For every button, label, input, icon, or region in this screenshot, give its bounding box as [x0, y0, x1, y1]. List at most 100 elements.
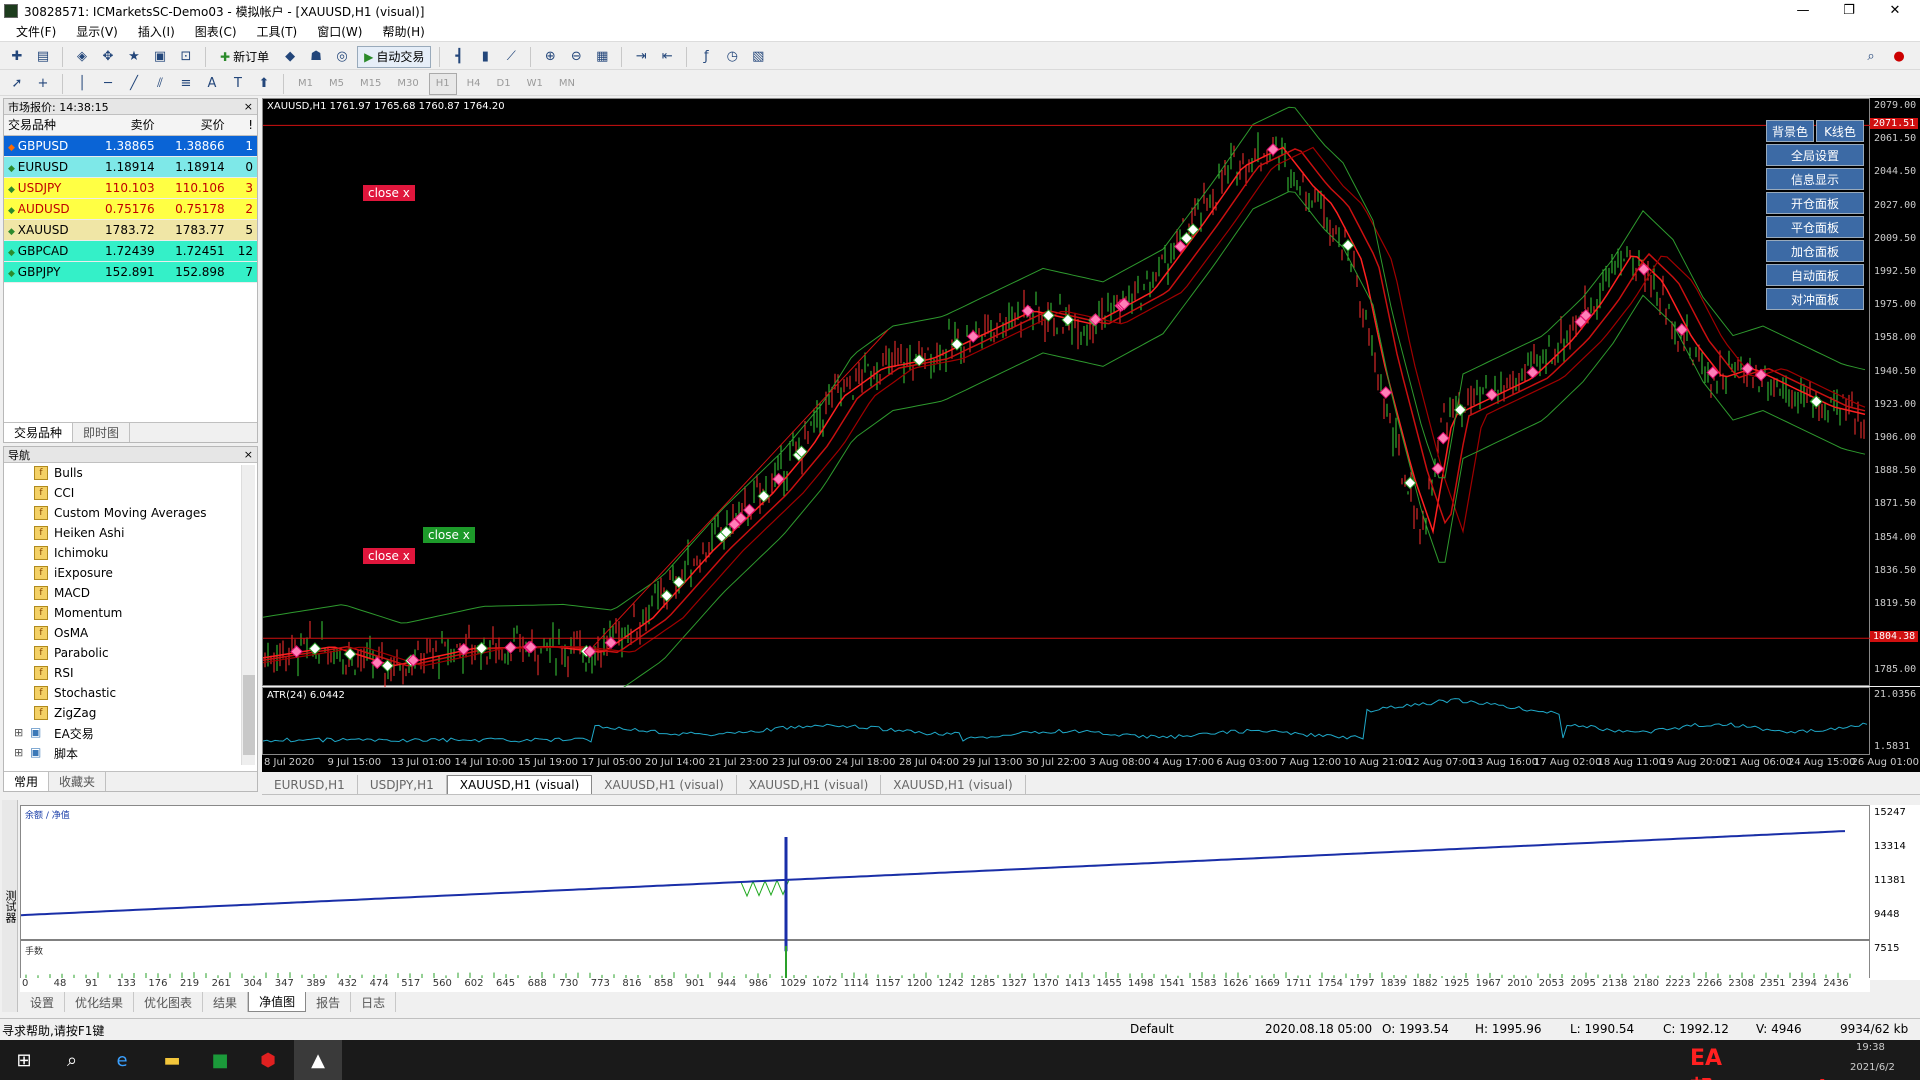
menu-tools[interactable]: 工具(T) [247, 23, 308, 40]
fibonacci-icon[interactable]: ≡ [175, 73, 197, 95]
expand-icon[interactable]: ⊞ [14, 726, 23, 739]
tf-d1[interactable]: D1 [491, 73, 517, 95]
edge-browser-icon[interactable]: e [98, 1040, 146, 1080]
navigator-item[interactable]: f Stochastic [4, 683, 257, 703]
symbol-row[interactable]: ◆ AUDUSD 0.75176 0.75178 2 [4, 198, 257, 220]
chart-tab[interactable]: XAUUSD,H1 (visual) [737, 775, 882, 794]
horizontal-line-icon[interactable]: ─ [97, 73, 119, 95]
ea-panel-button[interactable]: 自动面板 [1766, 264, 1864, 286]
line-chart-icon[interactable]: ⟋ [500, 46, 522, 68]
arrows-icon[interactable]: ⬆ [253, 73, 275, 95]
ea-panel-button[interactable]: 信息显示 [1766, 168, 1864, 190]
chart-tab[interactable]: XAUUSD,H1 (visual) [592, 775, 737, 794]
ea-panel-button[interactable]: 对冲面板 [1766, 288, 1864, 310]
navigator-item[interactable]: f MACD [4, 583, 257, 603]
text-label-icon[interactable]: T [227, 73, 249, 95]
close-order-button[interactable]: close x [423, 527, 475, 543]
periods-icon[interactable]: ◷ [721, 46, 743, 68]
windows-start-icon[interactable]: ⊞ [0, 1040, 48, 1080]
profiles-icon[interactable]: ▤ [32, 46, 54, 68]
candlestick-icon[interactable]: ▮ [474, 46, 496, 68]
navigator-item[interactable]: f Parabolic [4, 643, 257, 663]
ea-panel-button[interactable]: 全局设置 [1766, 144, 1864, 166]
tf-mn[interactable]: MN [553, 73, 581, 95]
col-ask[interactable]: 买价 [158, 115, 229, 136]
fbs-app-icon[interactable]: ■ [196, 1040, 244, 1080]
tester-tab[interactable]: 优化图表 [134, 992, 204, 1012]
close-panel-icon[interactable]: × [244, 448, 253, 461]
tester-tab[interactable]: 日志 [351, 992, 397, 1012]
indicators-icon[interactable]: ƒ [695, 46, 717, 68]
close-order-button[interactable]: close x [363, 548, 415, 564]
strategy-tester-icon[interactable]: ⊡ [175, 46, 197, 68]
navigator-item[interactable]: f Momentum [4, 603, 257, 623]
navigator-item[interactable]: f Custom Moving Averages [4, 503, 257, 523]
bar-chart-icon[interactable]: ┫ [448, 46, 470, 68]
new-order-button[interactable]: ✚ 新订单 [214, 46, 275, 68]
navigator-item[interactable]: f Ichimoku [4, 543, 257, 563]
tester-tab[interactable]: 净值图 [248, 992, 307, 1012]
new-chart-icon[interactable]: ✚ [6, 46, 28, 68]
symbol-row[interactable]: ◆ XAUUSD 1783.72 1783.77 5 [4, 219, 257, 241]
ea-panel-button[interactable]: 平仓面板 [1766, 216, 1864, 238]
tf-m1[interactable]: M1 [292, 73, 319, 95]
navigator-item[interactable]: f CCI [4, 483, 257, 503]
templates-icon[interactable]: ▧ [747, 46, 769, 68]
cursor-icon[interactable]: ➚ [6, 73, 28, 95]
metatrader-taskbar-icon[interactable]: ▲ [294, 1040, 342, 1080]
tab-common[interactable]: 常用 [4, 772, 50, 791]
tf-w1[interactable]: W1 [521, 73, 549, 95]
menu-insert[interactable]: 插入(I) [128, 23, 185, 40]
symbol-row[interactable]: ◆ GBPJPY 152.891 152.898 7 [4, 261, 257, 283]
terminal-icon[interactable]: ▣ [149, 46, 171, 68]
menu-window[interactable]: 窗口(W) [307, 23, 372, 40]
trendline-icon[interactable]: ╱ [123, 73, 145, 95]
chart-tab[interactable]: USDJPY,H1 [358, 775, 447, 794]
col-symbol[interactable]: 交易品种 [4, 115, 89, 136]
chart-shift-icon[interactable]: ⇤ [656, 46, 678, 68]
file-explorer-icon[interactable]: ▬ [148, 1040, 196, 1080]
vertical-line-icon[interactable]: │ [71, 73, 93, 95]
signals-icon[interactable]: ☗ [305, 46, 327, 68]
tester-tab[interactable]: 报告 [306, 992, 352, 1012]
tab-favorites[interactable]: 收藏夹 [49, 772, 107, 791]
tester-tab[interactable]: 结果 [203, 992, 249, 1012]
zoom-in-icon[interactable]: ⊕ [539, 46, 561, 68]
tester-tab[interactable]: 设置 [20, 992, 66, 1012]
notification-icon[interactable]: ● [1888, 46, 1910, 68]
ea-panel-button[interactable]: 加仓面板 [1766, 240, 1864, 262]
background-color-button[interactable]: 背景色 [1766, 120, 1814, 142]
crosshair-icon[interactable]: + [32, 73, 54, 95]
tile-windows-icon[interactable]: ▦ [591, 46, 613, 68]
data-window-icon[interactable]: ✥ [97, 46, 119, 68]
menu-chart[interactable]: 图表(C) [185, 23, 247, 40]
navigator-group[interactable]: ⊞ ▣ EA交易 [4, 723, 257, 743]
col-bid[interactable]: 卖价 [88, 115, 159, 136]
navigator-scrollbar[interactable] [241, 465, 255, 765]
navigator-item[interactable]: f iExposure [4, 563, 257, 583]
atr-subwindow[interactable]: ATR(24) 6.0442 [262, 687, 1870, 755]
tf-h4[interactable]: H4 [461, 73, 487, 95]
navigator-item[interactable]: f OsMA [4, 623, 257, 643]
expand-icon[interactable]: ⊞ [14, 746, 23, 759]
chart-tab[interactable]: XAUUSD,H1 (visual) [881, 775, 1026, 794]
chart-tab[interactable]: EURUSD,H1 [262, 775, 358, 794]
navigator-group[interactable]: ⊞ ▣ 脚本 [4, 743, 257, 763]
tf-m30[interactable]: M30 [391, 73, 424, 95]
col-spread[interactable]: ! [228, 115, 257, 136]
close-window-button[interactable]: ✕ [1872, 0, 1918, 22]
symbol-row[interactable]: ◆ USDJPY 110.103 110.106 3 [4, 177, 257, 199]
minimize-button[interactable]: — [1780, 0, 1826, 22]
channel-icon[interactable]: ⫽ [149, 73, 171, 95]
tab-symbols[interactable]: 交易品种 [4, 423, 74, 442]
zoom-out-icon[interactable]: ⊖ [565, 46, 587, 68]
ea-panel-button[interactable]: 开仓面板 [1766, 192, 1864, 214]
tab-tick-chart[interactable]: 即时图 [73, 423, 131, 442]
search-icon[interactable]: ⌕ [48, 1040, 96, 1080]
tf-m15[interactable]: M15 [354, 73, 387, 95]
tf-h1[interactable]: H1 [428, 72, 457, 95]
market-icon[interactable]: ◎ [331, 46, 353, 68]
navigator-item[interactable]: f RSI [4, 663, 257, 683]
chart-tab-active[interactable]: XAUUSD,H1 (visual) [446, 775, 593, 794]
symbol-row[interactable]: ◆ GBPUSD 1.38865 1.38866 1 [4, 135, 257, 157]
